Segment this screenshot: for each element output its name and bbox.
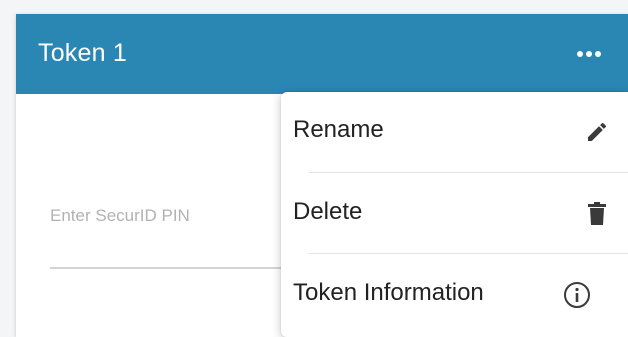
- menu-item-rename[interactable]: Rename: [281, 92, 628, 170]
- pin-input-underline: [50, 267, 310, 269]
- menu-divider: [309, 253, 628, 254]
- token-header: Token 1: [16, 14, 628, 94]
- menu-divider: [309, 172, 628, 173]
- securid-pin-input[interactable]: [50, 200, 300, 232]
- menu-item-label: Token Information: [293, 279, 484, 306]
- menu-item-label: Rename: [293, 116, 384, 143]
- more-options-button[interactable]: [569, 38, 609, 70]
- info-circle-icon: [560, 278, 594, 312]
- app-screen: Token 1 Rename Delete Token Information: [0, 0, 628, 337]
- more-horizontal-icon: [576, 50, 602, 58]
- token-options-menu: Rename Delete Token Information: [281, 92, 628, 337]
- menu-item-delete[interactable]: Delete: [281, 174, 628, 252]
- pencil-icon: [580, 115, 614, 149]
- trash-icon: [580, 197, 614, 231]
- menu-item-token-information[interactable]: Token Information: [281, 255, 628, 333]
- menu-item-label: Delete: [293, 198, 363, 225]
- token-title: Token 1: [38, 39, 127, 67]
